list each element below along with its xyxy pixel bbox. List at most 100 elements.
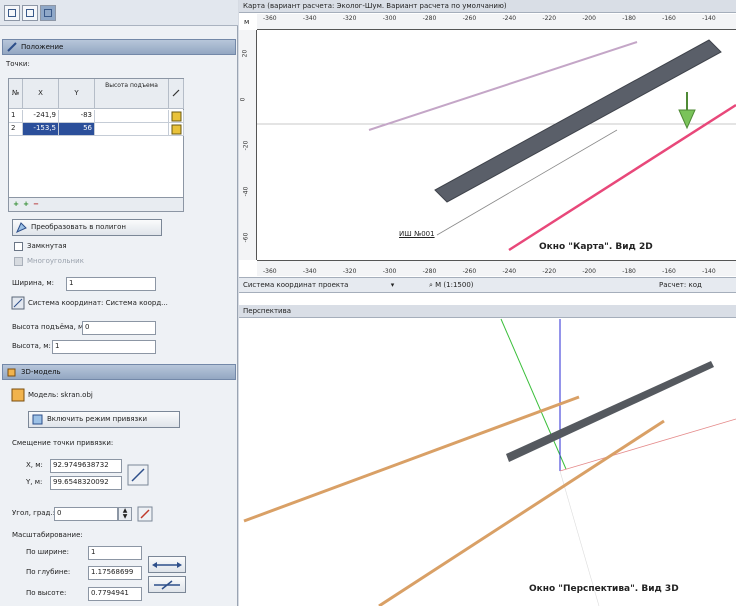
ruler-tick-label: -300 [382, 15, 397, 22]
source-line-pink [508, 103, 736, 252]
perspective-window-title: Перспектива [239, 305, 736, 318]
offset-label: Смещение точки привязки: [12, 439, 114, 447]
insert-row-icon[interactable]: + [22, 200, 30, 209]
map-ruler-left: 20 0 -20 -40 -60 [239, 30, 257, 260]
stretch-horizontal-button[interactable] [148, 556, 186, 573]
table-row-1-x[interactable]: -241,9 [23, 110, 59, 123]
ruler-tick-label: -140 [702, 268, 716, 275]
remove-row-icon[interactable]: − [32, 200, 40, 209]
ruler-tick-label: -320 [342, 268, 357, 275]
convert-to-polygon-button[interactable]: Преобразовать в полигон [12, 219, 162, 236]
points-table: № X Y Высота подъема 1 -241,9 -83 2 -153… [8, 78, 184, 198]
column-header-x[interactable]: X [23, 79, 59, 109]
lift-height-label: Высота подъёма, м: [12, 323, 86, 331]
polygon-icon [16, 222, 27, 233]
snap-mode-button[interactable]: Включить режим привязки [28, 411, 180, 428]
angle-label: Угол, град.: [12, 509, 55, 517]
height-field[interactable]: 1 [52, 340, 156, 354]
snap-button-label: Включить режим привязки [47, 415, 148, 423]
angle-spinner[interactable]: ▲ ▼ [118, 507, 132, 521]
ruler-tick-label: -320 [342, 15, 357, 22]
toolbar-button-2[interactable] [22, 5, 38, 21]
map-caption: Окно "Карта". Вид 2D [539, 242, 653, 252]
map-scale-selector[interactable]: ⌕ М (1:1500) [429, 281, 474, 290]
ruler-tick-label: -300 [382, 268, 397, 275]
model-section-header[interactable]: 3D-модель [2, 364, 236, 380]
points-label: Точки: [6, 60, 30, 68]
closed-checkbox[interactable] [14, 242, 23, 251]
scale-width-field[interactable]: 1 [88, 546, 142, 560]
table-row-1-edit[interactable] [169, 110, 184, 123]
ruler-tick-label: -280 [422, 268, 437, 275]
offset-x-field[interactable]: 92.9749638732 [50, 459, 122, 473]
toolbar-button-3[interactable] [40, 5, 56, 21]
view-icon [26, 9, 34, 17]
height-label: Высота, м: [12, 342, 51, 350]
add-row-icon[interactable]: + [12, 200, 20, 209]
ruler-tick-label: -260 [462, 268, 477, 275]
table-row-2-height[interactable] [95, 123, 169, 136]
table-row-1-height[interactable] [95, 110, 169, 123]
column-header-y[interactable]: Y [59, 79, 95, 109]
offset-y-field[interactable]: 99.6548320092 [50, 476, 122, 490]
panel-toolbar [0, 0, 238, 26]
scale-height-field[interactable]: 0.7794941 [88, 587, 142, 601]
chevron-down-icon: ▾ [390, 281, 395, 289]
column-header-n[interactable]: № [9, 79, 23, 109]
scale-depth-field[interactable]: 1.17568699 [88, 566, 142, 580]
table-row-1-n[interactable]: 1 [9, 110, 23, 123]
edit-icon [171, 111, 182, 122]
polygon-label: Многоугольник [27, 257, 84, 265]
ruler-tick-label: -240 [502, 268, 517, 275]
ruler-tick-label: -180 [622, 268, 636, 275]
convert-button-label: Преобразовать в полигон [31, 223, 126, 231]
lift-height-field[interactable]: 0 [82, 321, 156, 335]
column-header-height[interactable]: Высота подъема [95, 79, 169, 109]
view-icon [8, 9, 16, 17]
offset-x-label: X, м: [26, 461, 43, 469]
ruler-tick-label: -240 [502, 15, 517, 22]
ruler-tick-label: -360 [263, 15, 277, 22]
ruler-tick-label: 20 [241, 49, 249, 58]
arrows-diagonal-icon [154, 580, 180, 590]
orange-line-1 [243, 395, 580, 523]
toolbar-button-1[interactable] [4, 5, 20, 21]
ruler-tick-label: -140 [702, 15, 716, 22]
calc-status[interactable]: Расчет: код [659, 281, 702, 289]
ruler-tick-label: -260 [462, 15, 477, 22]
perspective-canvas[interactable] [239, 318, 736, 606]
table-row-1-y[interactable]: -83 [59, 110, 95, 123]
ruler-tick-label: -20 [242, 140, 250, 151]
pick-point-icon[interactable] [127, 464, 149, 486]
table-row-2-y[interactable]: 56 [59, 123, 95, 136]
angle-field[interactable]: 0 [54, 507, 118, 521]
perspective-caption: Окно "Перспектива". Вид 3D [529, 584, 679, 594]
coord-system-selector[interactable]: Система координат проекта ▾ [243, 281, 394, 289]
pencil-icon [7, 42, 17, 52]
table-row-2-edit[interactable] [169, 123, 184, 136]
stretch-diagonal-button[interactable] [148, 576, 186, 593]
column-header-pin [169, 79, 184, 109]
polygon-checkbox[interactable] [14, 257, 23, 266]
rotate-icon[interactable] [137, 506, 153, 522]
viewports: Карта (вариант расчета: Эколог-Шум. Вари… [239, 0, 736, 606]
coordinate-system-icon[interactable] [11, 296, 25, 310]
model-icon [11, 388, 25, 402]
map-window-title: Карта (вариант расчета: Эколог-Шум. Вари… [239, 0, 736, 13]
table-row-2-x[interactable]: -153,5 [23, 123, 59, 136]
pin-icon [172, 89, 180, 97]
coord-system-text: Система координат проекта [243, 281, 349, 289]
scale-height-label: По высоте: [26, 589, 67, 597]
arrows-horizontal-icon [152, 562, 182, 568]
position-section-header[interactable]: Положение [2, 39, 236, 55]
edit-icon [171, 124, 182, 135]
source-label[interactable]: ИШ №001 [399, 230, 435, 238]
ruler-tick-label: -160 [662, 268, 676, 275]
ruler-corner: м [244, 18, 250, 26]
gray-bar-object [434, 39, 722, 203]
ruler-tick-label: -360 [263, 268, 277, 275]
map-scale-text: М (1:1500) [435, 281, 474, 289]
width-field[interactable]: 1 [66, 277, 156, 291]
table-row-2-n[interactable]: 2 [9, 123, 23, 136]
snap-icon [32, 414, 43, 425]
